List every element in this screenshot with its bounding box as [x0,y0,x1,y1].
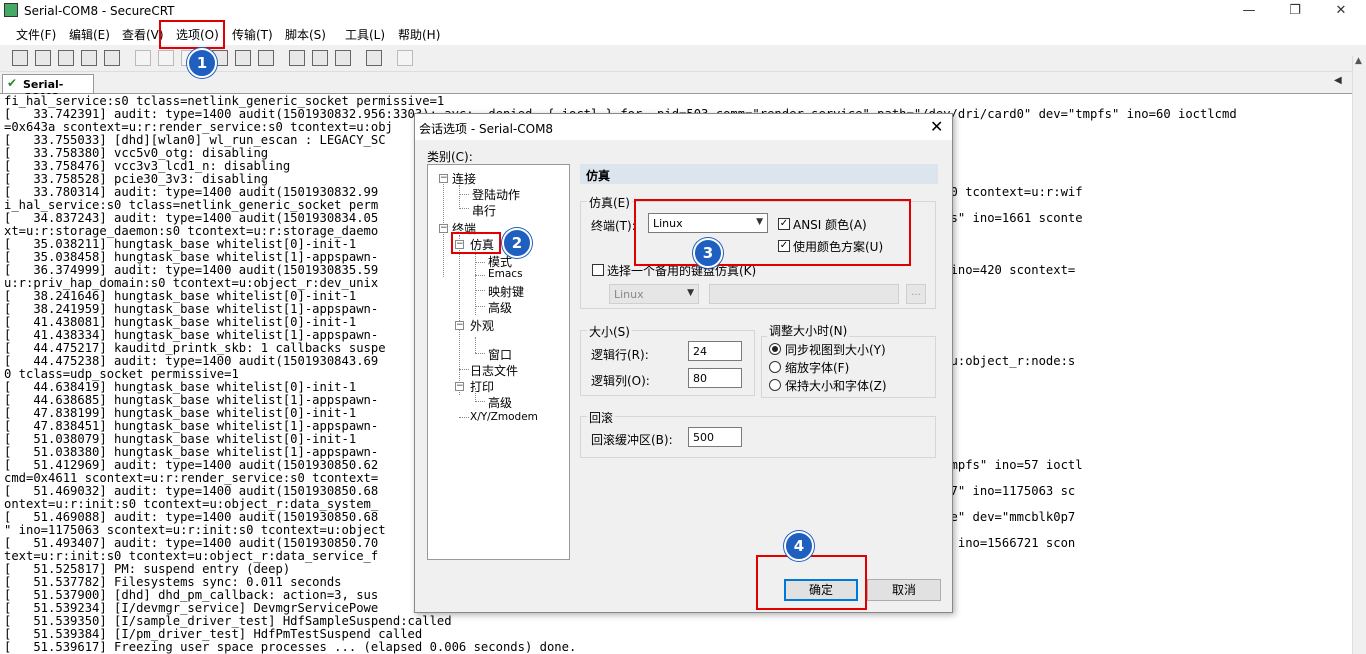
logical-rows-label: 逻辑行(R): [591,348,649,362]
resize-keep-size-label: 保持大小和字体(Z) [785,379,887,393]
tree-item-serial[interactable]: 串行 [472,202,496,219]
highlight-color-options [634,199,911,266]
section-title: 仿真 [586,169,611,183]
cancel-button[interactable]: 取消 [867,579,941,601]
scrollback-buffer-input[interactable]: 500 [688,427,742,447]
print-icon[interactable] [258,50,274,66]
menu-file[interactable]: 文件(F) [16,26,56,43]
window-title: Serial-COM8 - SecureCRT [24,4,175,18]
expand-appearance-icon[interactable]: − [455,321,464,330]
resize-keep-size-radio[interactable] [769,379,781,391]
restore-button[interactable]: ❐ [1272,0,1318,22]
highlight-ok-button [756,555,867,610]
scrollback-group-title: 回滚 [587,409,616,426]
tree-item-log-file[interactable]: 日志文件 [470,362,518,379]
tab-scroll-left-icon[interactable]: ◀ [1334,75,1342,86]
highlight-emulation-item [451,232,501,254]
terminal-type-label: 终端(T): [591,219,636,233]
sftp-icon[interactable] [397,50,413,66]
paste-icon[interactable] [158,50,174,66]
tab-serial-com8[interactable]: ✔ Serial-COM8 [2,74,94,104]
terminal-line: [ 51.539617] Freezing user space process… [4,640,577,654]
connected-check-icon: ✔ [7,76,18,90]
title-bar: Serial-COM8 - SecureCRT — ❐ ✕ [0,0,1366,22]
connect-icon[interactable] [12,50,28,66]
copy-icon[interactable] [135,50,151,66]
tree-item-xyzmodem[interactable]: X/Y/Zmodem [470,411,538,423]
step-badge-1: 1 [187,48,217,78]
terminal-scrollbar[interactable]: ▲ [1352,56,1366,654]
alt-keyboard-value: Linux [614,288,644,301]
resize-scale-font-radio[interactable] [769,361,781,373]
help-icon[interactable] [366,50,382,66]
minimize-button[interactable]: — [1226,0,1272,22]
scrollback-buffer-value: 500 [693,431,714,444]
expand-terminal-icon[interactable]: − [439,224,448,233]
category-label: 类别(C): [427,150,473,164]
menu-edit[interactable]: 编辑(E) [69,26,110,43]
menu-view[interactable]: 查看(V) [122,26,164,43]
resize-sync-view-label: 同步视图到大小(Y) [785,343,886,357]
dialog-title-bar: 会话选项 - Serial-COM8 ✕ [415,114,952,140]
step-badge-4: 4 [784,531,814,561]
alt-keyboard-select[interactable]: Linux ▼ [609,284,699,304]
step-badge-2: 2 [502,228,532,258]
menu-tools[interactable]: 工具(L) [345,26,385,43]
expand-connection-icon[interactable]: − [439,174,448,183]
size-group-title: 大小(S) [587,323,632,340]
highlight-options-menu [159,20,225,49]
print-screen-icon[interactable] [235,50,251,66]
session-options-dialog: 会话选项 - Serial-COM8 ✕ 类别(C): − 连接 登陆动作 串行… [414,113,953,613]
alt-keyboard-checkbox[interactable] [592,264,604,276]
scrollback-buffer-label: 回滚缓冲区(B): [591,433,673,447]
logical-cols-label: 逻辑列(O): [591,374,650,388]
tree-item-advanced[interactable]: 高级 [488,299,512,316]
tree-item-emacs[interactable]: Emacs [488,268,523,280]
alt-keyboard-browse-button[interactable]: ... [906,284,926,304]
logical-rows-value: 24 [693,345,707,358]
close-window-button[interactable]: ✕ [1318,0,1364,22]
emulation-group-title: 仿真(E) [587,194,632,211]
key-map-icon[interactable] [335,50,351,66]
menu-script[interactable]: 脚本(S) [285,26,326,43]
resize-group-title: 调整大小时(N) [767,322,850,339]
category-tree: − 连接 登陆动作 串行 − 终端 − 仿真 模式 Emacs 映射键 高级 −… [427,164,570,560]
scroll-up-icon[interactable]: ▲ [1355,56,1362,66]
tree-item-printing-advanced[interactable]: 高级 [488,394,512,411]
expand-printing-icon[interactable]: − [455,382,464,391]
section-header: 仿真 [580,164,938,184]
session-options-icon[interactable] [289,50,305,66]
tree-item-window[interactable]: 窗口 [488,346,512,363]
menu-transfer[interactable]: 传输(T) [232,26,273,43]
tree-item-appearance[interactable]: 外观 [470,317,494,334]
menu-help[interactable]: 帮助(H) [398,26,440,43]
quick-connect-icon[interactable] [35,50,51,66]
tree-item-connection[interactable]: 连接 [452,170,476,187]
tree-item-logon-actions[interactable]: 登陆动作 [472,186,520,203]
securecrt-app-icon [4,3,18,17]
alt-keyboard-path-input[interactable] [709,284,899,304]
logical-cols-value: 80 [693,372,707,385]
dialog-title: 会话选项 - Serial-COM8 [419,122,554,136]
logical-cols-input[interactable]: 80 [688,368,742,388]
connect-tab-icon[interactable] [58,50,74,66]
chevron-down-icon: ▼ [687,288,694,298]
resize-sync-view-radio[interactable] [769,343,781,355]
logical-rows-input[interactable]: 24 [688,341,742,361]
global-options-icon[interactable] [312,50,328,66]
dialog-close-icon[interactable]: ✕ [930,117,943,136]
resize-scale-font-label: 缩放字体(F) [785,361,850,375]
tree-item-mapped-keys[interactable]: 映射键 [488,283,524,300]
tree-item-printing[interactable]: 打印 [470,378,494,395]
disconnect-icon[interactable] [104,50,120,66]
step-badge-3: 3 [693,238,723,268]
reconnect-icon[interactable] [81,50,97,66]
